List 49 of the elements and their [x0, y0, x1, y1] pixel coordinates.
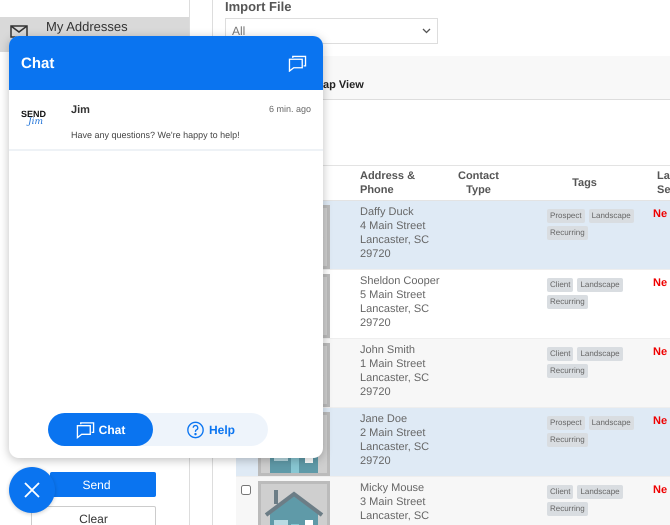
- tag-chip: Recurring: [547, 295, 588, 309]
- status-text: Ne: [653, 414, 668, 427]
- close-button[interactable]: [9, 467, 55, 513]
- message-time: 6 min. ago: [268, 104, 311, 116]
- status-text: Ne: [653, 483, 668, 496]
- address-text: John Smith 1 Main Street Lancaster, SC 29720: [360, 343, 430, 399]
- column-header: Address & Phone: [360, 169, 416, 197]
- tag-chip: Landscape: [577, 278, 623, 292]
- column-header: Tags: [572, 176, 597, 190]
- tag-chip: Landscape: [577, 485, 623, 499]
- logo-text: SEND: [21, 110, 46, 118]
- tag-chip: Client: [547, 278, 574, 292]
- tag-chip: Recurring: [547, 226, 588, 240]
- row-checkbox[interactable]: [241, 485, 251, 495]
- sender-name: Jim: [71, 104, 91, 118]
- chevron-down-icon: [422, 28, 431, 34]
- address-text: Daffy Duck 4 Main Street Lancaster, SC 29720: [360, 205, 430, 261]
- status-text: Ne: [653, 345, 668, 358]
- tag-chip: Landscape: [588, 416, 634, 430]
- chat-message[interactable]: SEND Jim Jim 6 min. ago Have any questions? We're happy to help!: [9, 90, 323, 151]
- import-file-label: Import File: [225, 0, 292, 14]
- table-row[interactable]: Micky Mouse 3 Main Street Lancaster, SC Client Landscape Recurring Ne: [236, 476, 670, 525]
- status-text: Ne: [653, 207, 668, 220]
- column-header: Contact Type: [457, 169, 500, 197]
- address-text: Jane Doe 2 Main Street Lancaster, SC 29720: [360, 412, 430, 468]
- tag-chip: Recurring: [547, 364, 588, 378]
- status-text: Ne: [653, 276, 668, 289]
- tag-chip: Client: [547, 485, 574, 499]
- view-tab[interactable]: ap View: [323, 79, 364, 91]
- clear-button[interactable]: Clear: [31, 506, 156, 525]
- tag-chip: Landscape: [588, 209, 634, 223]
- chat-icon[interactable]: [288, 54, 307, 72]
- chat-icon: [76, 420, 95, 438]
- send-button[interactable]: Send: [50, 472, 156, 497]
- tag-chip: Client: [547, 347, 574, 361]
- chat-title: Chat: [21, 54, 54, 72]
- tag-chip: Recurring: [547, 433, 588, 447]
- tag-chip: Recurring: [547, 502, 588, 516]
- close-icon: [24, 482, 40, 498]
- chat-tab[interactable]: Chat: [48, 413, 153, 446]
- address-text: Sheldon Cooper 5 Main Street Lancaster, SC 29720: [360, 274, 440, 330]
- message-text: Have any questions? We're happy to help!: [71, 130, 241, 142]
- tag-chip: Prospect: [547, 209, 585, 223]
- column-header: La Se: [657, 169, 670, 197]
- tag-chip: Landscape: [577, 347, 623, 361]
- logo-script: Jim: [28, 118, 44, 126]
- tag-chip: Prospect: [547, 416, 585, 430]
- address-text: Micky Mouse 3 Main Street Lancaster, SC: [360, 481, 430, 523]
- help-icon: [186, 420, 205, 438]
